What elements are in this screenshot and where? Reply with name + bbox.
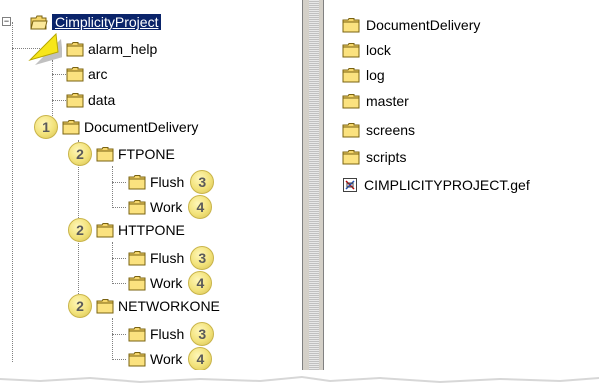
callout-badge: 3: [190, 170, 215, 194]
pane-splitter[interactable]: [302, 0, 324, 382]
folder-icon: [66, 92, 84, 108]
tree-node-arc[interactable]: arc: [66, 62, 107, 86]
callout-badge: 4: [188, 347, 213, 371]
list-item-label[interactable]: DocumentDelivery: [366, 17, 480, 33]
splitter-grip[interactable]: [309, 0, 319, 382]
list-item-label[interactable]: master: [366, 93, 409, 109]
tree-node-label[interactable]: Flush: [150, 250, 184, 266]
tree-node-networkone-work[interactable]: Work 4: [128, 347, 213, 371]
tree-line: [52, 100, 66, 102]
folder-icon: [66, 41, 84, 57]
tree-node-httpone[interactable]: 2 HTTPONE: [68, 218, 185, 242]
tree-node-networkone-flush[interactable]: Flush 3: [128, 322, 215, 346]
tree-node-label[interactable]: Work: [150, 199, 182, 215]
tree-node-document-delivery[interactable]: 1 DocumentDelivery: [34, 115, 198, 139]
folder-open-icon: [30, 15, 48, 30]
callout-badge: 2: [68, 294, 92, 318]
list-item-scripts[interactable]: scripts: [342, 145, 406, 169]
tree-node-ftpone-flush[interactable]: Flush 3: [128, 170, 215, 194]
tree-node-label[interactable]: alarm_help: [88, 41, 157, 57]
tree-node-label[interactable]: FTPONE: [118, 146, 175, 162]
tree-node-label[interactable]: Flush: [150, 326, 184, 342]
tree-line: [112, 334, 126, 336]
tree-line: [112, 207, 126, 209]
callout-badge: 1: [34, 115, 58, 139]
list-item-label[interactable]: CIMPLICITYPROJECT.gef: [364, 177, 530, 193]
folder-icon: [128, 326, 146, 342]
list-item-gef-file[interactable]: CIMPLICITYPROJECT.gef: [342, 173, 530, 197]
tree-node-label[interactable]: Flush: [150, 174, 184, 190]
folder-icon: [342, 149, 360, 165]
tree-node-networkone[interactable]: 2 NETWORKONE: [68, 294, 220, 318]
folder-icon: [342, 17, 360, 33]
list-item-screens[interactable]: screens: [342, 118, 415, 142]
gef-file-icon: [342, 177, 358, 193]
folder-icon: [66, 66, 84, 82]
pointer-arrow-icon: [28, 32, 62, 65]
tree-node-ftpone[interactable]: 2 FTPONE: [68, 142, 175, 166]
tree-line: [112, 242, 114, 284]
tree-node-ftpone-work[interactable]: Work 4: [128, 195, 213, 219]
list-item-log[interactable]: log: [342, 63, 385, 87]
list-item-lock[interactable]: lock: [342, 38, 391, 62]
callout-badge: 2: [68, 218, 92, 242]
tree-line: [112, 166, 114, 208]
tree-line: [12, 22, 14, 362]
folder-icon: [128, 174, 146, 190]
tree-node-label[interactable]: NETWORKONE: [118, 298, 220, 314]
tree-node-label[interactable]: HTTPONE: [118, 222, 185, 238]
tree-node-root[interactable]: − CimplicityProject: [0, 10, 163, 34]
list-item-document-delivery[interactable]: DocumentDelivery: [342, 13, 480, 37]
tree-node-httpone-flush[interactable]: Flush 3: [128, 246, 215, 270]
tree-node-label[interactable]: data: [88, 92, 115, 108]
tree-node-label[interactable]: CimplicityProject: [50, 13, 163, 31]
list-item-label[interactable]: scripts: [366, 149, 406, 165]
tree-node-data[interactable]: data: [66, 88, 115, 112]
folder-icon: [342, 122, 360, 138]
tree-line: [112, 318, 114, 360]
folder-icon: [128, 250, 146, 266]
tree-node-label[interactable]: Work: [150, 275, 182, 291]
contents-pane[interactable]: DocumentDelivery lock log master screens: [324, 0, 599, 382]
collapse-icon[interactable]: −: [2, 17, 11, 26]
folder-icon: [342, 42, 360, 58]
folder-icon: [96, 146, 114, 162]
folder-icon: [128, 275, 146, 291]
torn-edge-decoration: [0, 370, 599, 388]
list-item-label[interactable]: lock: [366, 42, 391, 58]
callout-badge: 4: [188, 271, 213, 295]
folder-icon: [128, 199, 146, 215]
tree-line: [112, 283, 126, 285]
folder-icon: [96, 298, 114, 314]
folder-icon: [128, 351, 146, 367]
callout-badge: 4: [188, 195, 213, 219]
folder-tree-pane[interactable]: − CimplicityProject alarm_help arc data …: [0, 0, 302, 382]
tree-line: [112, 258, 126, 260]
tree-line: [112, 182, 126, 184]
tree-node-httpone-work[interactable]: Work 4: [128, 271, 213, 295]
tree-line: [112, 359, 126, 361]
callout-badge: 3: [190, 322, 215, 346]
callout-badge: 3: [190, 246, 215, 270]
tree-node-label[interactable]: DocumentDelivery: [84, 119, 198, 135]
folder-icon: [342, 67, 360, 83]
list-item-label[interactable]: log: [366, 67, 385, 83]
callout-badge: 2: [68, 142, 92, 166]
tree-node-alarm-help[interactable]: alarm_help: [66, 37, 157, 61]
list-item-label[interactable]: screens: [366, 122, 415, 138]
tree-node-label[interactable]: Work: [150, 351, 182, 367]
list-item-master[interactable]: master: [342, 89, 409, 113]
folder-icon: [342, 93, 360, 109]
explorer-window: − CimplicityProject alarm_help arc data …: [0, 0, 599, 388]
folder-icon: [96, 222, 114, 238]
folder-icon: [62, 119, 80, 135]
tree-line: [52, 74, 66, 76]
tree-node-label[interactable]: arc: [88, 66, 107, 82]
